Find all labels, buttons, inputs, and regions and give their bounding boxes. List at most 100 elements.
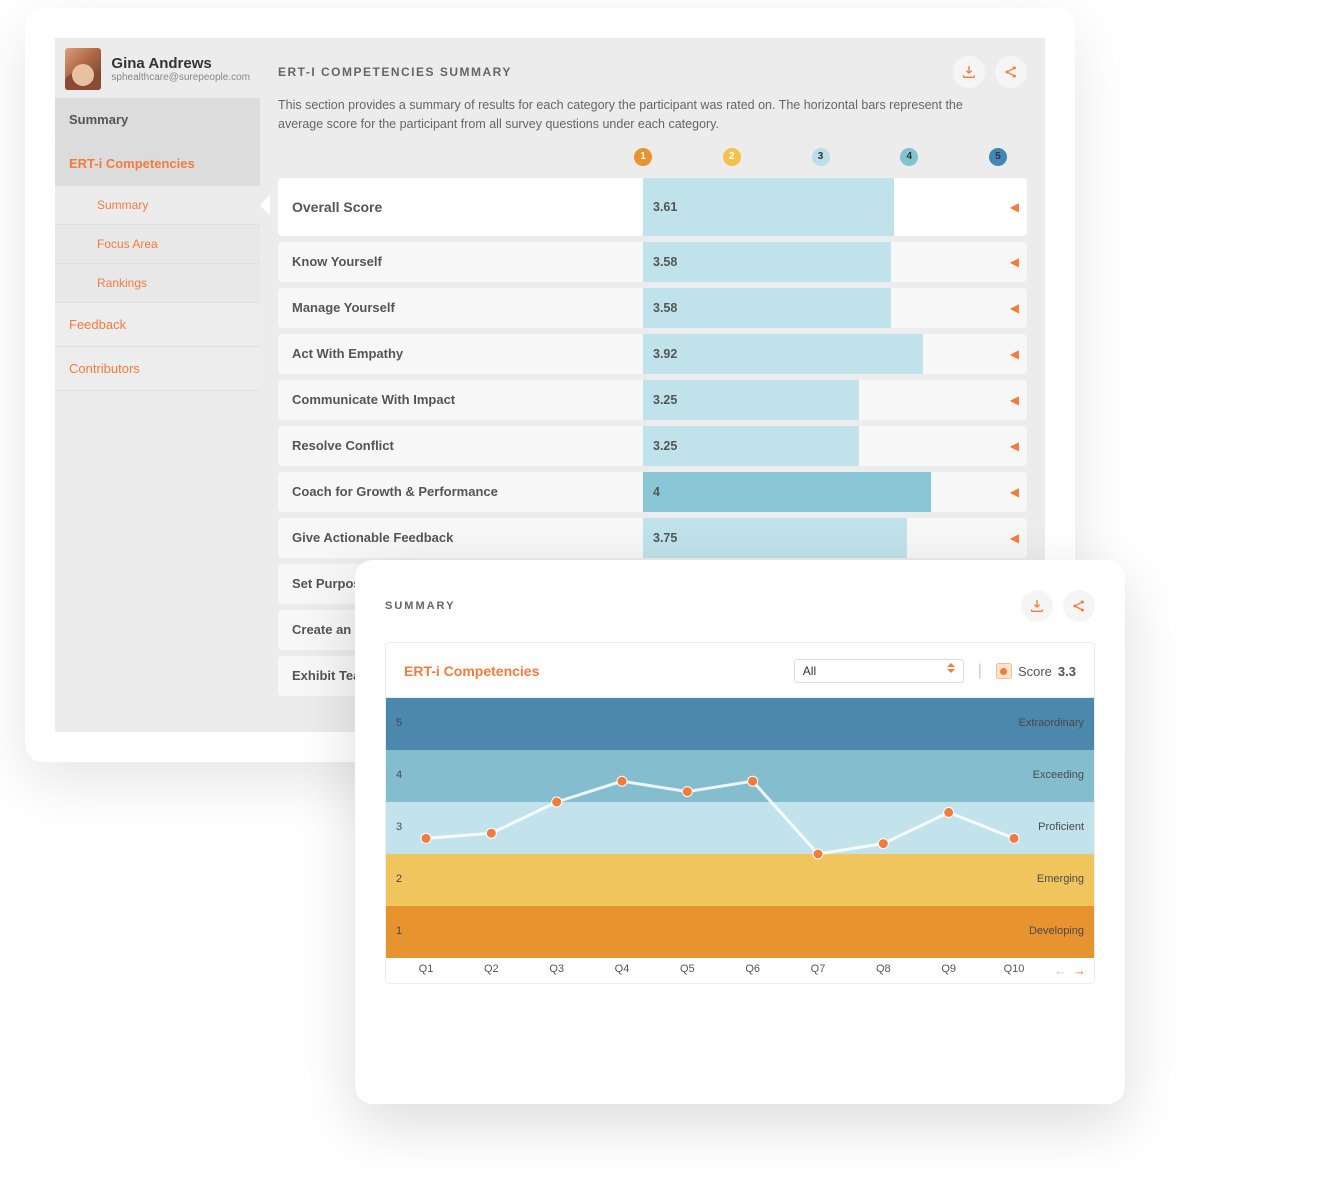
row-expand-icon[interactable]: ◀ bbox=[1010, 200, 1019, 214]
row-label: Coach for Growth & Performance bbox=[278, 472, 643, 512]
pager: ← → bbox=[1054, 963, 1086, 978]
row-bar: 3.75 bbox=[643, 518, 907, 558]
row-bar: 3.61 bbox=[643, 178, 894, 236]
row-label: Know Yourself bbox=[278, 242, 643, 282]
row-expand-icon[interactable]: ◀ bbox=[1010, 485, 1019, 499]
download-icon bbox=[961, 64, 977, 80]
band-label: Proficient bbox=[1038, 821, 1084, 833]
band-label: Exceeding bbox=[1033, 769, 1084, 781]
y-tick: 4 bbox=[396, 769, 402, 781]
row-expand-icon[interactable]: ◀ bbox=[1010, 347, 1019, 361]
nav-sub-rankings[interactable]: Rankings bbox=[55, 264, 260, 303]
x-tick: Q9 bbox=[941, 963, 956, 975]
share-icon bbox=[1071, 598, 1087, 614]
download-button[interactable] bbox=[1021, 590, 1053, 622]
scale-marker-1: 1 bbox=[634, 148, 652, 166]
row-label: Resolve Conflict bbox=[278, 426, 643, 466]
intro-text: This section provides a summary of resul… bbox=[278, 96, 998, 134]
x-tick: Q4 bbox=[615, 963, 630, 975]
row-bar-area: 3.61 ◀ bbox=[643, 178, 1027, 236]
nav-feedback[interactable]: Feedback bbox=[55, 303, 260, 347]
line-chart: Extraordinary5Exceeding4Proficient3Emerg… bbox=[386, 697, 1094, 957]
scale-marker-4: 4 bbox=[900, 148, 918, 166]
row-expand-icon[interactable]: ◀ bbox=[1010, 301, 1019, 315]
row-bar-area: 3.75 ◀ bbox=[643, 518, 1027, 558]
row-expand-icon[interactable]: ◀ bbox=[1010, 531, 1019, 545]
filter-dropdown[interactable]: All bbox=[794, 659, 964, 683]
nav-sub-focus-area[interactable]: Focus Area bbox=[55, 225, 260, 264]
avatar bbox=[65, 48, 101, 90]
score-dot-icon bbox=[996, 663, 1012, 679]
y-tick: 1 bbox=[396, 925, 402, 937]
nav-erti-competencies[interactable]: ERT-i Competencies bbox=[55, 142, 260, 186]
scale-marker-5: 5 bbox=[989, 148, 1007, 166]
row-bar-area: 3.58 ◀ bbox=[643, 288, 1027, 328]
row-bar-area: 3.25 ◀ bbox=[643, 426, 1027, 466]
nav-contributors[interactable]: Contributors bbox=[55, 347, 260, 391]
row-bar: 3.92 bbox=[643, 334, 923, 374]
competency-row[interactable]: Coach for Growth & Performance4 ◀ bbox=[278, 472, 1027, 512]
row-bar: 3.25 bbox=[643, 380, 859, 420]
chart-box: ERT-i Competencies All | Score 3.3 Extra… bbox=[385, 642, 1095, 984]
competency-row[interactable]: Resolve Conflict3.25 ◀ bbox=[278, 426, 1027, 466]
user-email: sphealthcare@surepeople.com bbox=[111, 72, 250, 83]
share-icon bbox=[1003, 64, 1019, 80]
separator: | bbox=[978, 662, 982, 680]
competency-row[interactable]: Know Yourself3.58 ◀ bbox=[278, 242, 1027, 282]
competency-row[interactable]: Act With Empathy3.92 ◀ bbox=[278, 334, 1027, 374]
page-left-icon[interactable]: ← bbox=[1054, 963, 1067, 978]
y-tick: 3 bbox=[396, 821, 402, 833]
card2-title: SUMMARY bbox=[385, 600, 455, 612]
download-icon bbox=[1029, 598, 1045, 614]
row-expand-icon[interactable]: ◀ bbox=[1010, 439, 1019, 453]
x-tick: Q6 bbox=[745, 963, 760, 975]
line-series bbox=[386, 698, 1094, 958]
profile-block: Gina Andrews sphealthcare@surepeople.com bbox=[55, 38, 260, 98]
score-value: 3.3 bbox=[1058, 664, 1076, 679]
sidebar: Gina Andrews sphealthcare@surepeople.com… bbox=[55, 38, 260, 732]
score-indicator: Score 3.3 bbox=[996, 663, 1076, 679]
row-label: Manage Yourself bbox=[278, 288, 643, 328]
x-tick: Q7 bbox=[811, 963, 826, 975]
nav-sub-summary[interactable]: Summary bbox=[55, 186, 260, 225]
x-tick: Q2 bbox=[484, 963, 499, 975]
x-tick: Q3 bbox=[549, 963, 564, 975]
competency-row[interactable]: Overall Score3.61 ◀ bbox=[278, 178, 1027, 236]
y-tick: 5 bbox=[396, 717, 402, 729]
user-name: Gina Andrews bbox=[111, 55, 250, 72]
row-bar-area: 3.58 ◀ bbox=[643, 242, 1027, 282]
chart-name: ERT-i Competencies bbox=[404, 663, 539, 679]
row-bar: 3.58 bbox=[643, 288, 891, 328]
row-bar: 3.58 bbox=[643, 242, 891, 282]
row-expand-icon[interactable]: ◀ bbox=[1010, 255, 1019, 269]
x-tick: Q1 bbox=[419, 963, 434, 975]
score-label: Score bbox=[1018, 664, 1052, 679]
download-button[interactable] bbox=[953, 56, 985, 88]
x-tick: Q5 bbox=[680, 963, 695, 975]
share-button[interactable] bbox=[995, 56, 1027, 88]
row-label: Act With Empathy bbox=[278, 334, 643, 374]
row-label: Overall Score bbox=[278, 178, 643, 236]
scale-header: 1 2 3 4 5 bbox=[278, 148, 1027, 172]
y-tick: 2 bbox=[396, 873, 402, 885]
competency-row[interactable]: Manage Yourself3.58 ◀ bbox=[278, 288, 1027, 328]
row-bar-area: 3.25 ◀ bbox=[643, 380, 1027, 420]
competency-row[interactable]: Communicate With Impact3.25◀ bbox=[278, 380, 1027, 420]
dropdown-value: All bbox=[803, 664, 816, 678]
row-expand-icon[interactable]: ◀ bbox=[1010, 393, 1019, 407]
row-label: Give Actionable Feedback bbox=[278, 518, 643, 558]
row-bar: 4 bbox=[643, 472, 931, 512]
row-bar: 3.25 bbox=[643, 426, 859, 466]
x-tick: Q10 bbox=[1004, 963, 1025, 975]
scale-marker-2: 2 bbox=[723, 148, 741, 166]
page-title: ERT-I COMPETENCIES SUMMARY bbox=[278, 65, 512, 79]
share-button[interactable] bbox=[1063, 590, 1095, 622]
nav-summary[interactable]: Summary bbox=[55, 98, 260, 142]
band-label: Emerging bbox=[1037, 873, 1084, 885]
page-right-icon[interactable]: → bbox=[1073, 963, 1086, 978]
scale-marker-3: 3 bbox=[812, 148, 830, 166]
x-tick: Q8 bbox=[876, 963, 891, 975]
competency-row[interactable]: Give Actionable Feedback3.75 ◀ bbox=[278, 518, 1027, 558]
band-label: Developing bbox=[1029, 925, 1084, 937]
x-axis: ← → Q1 Q2 Q3 Q4 Q5 Q6 Q7 Q8 Q9 Q10 bbox=[386, 957, 1094, 983]
